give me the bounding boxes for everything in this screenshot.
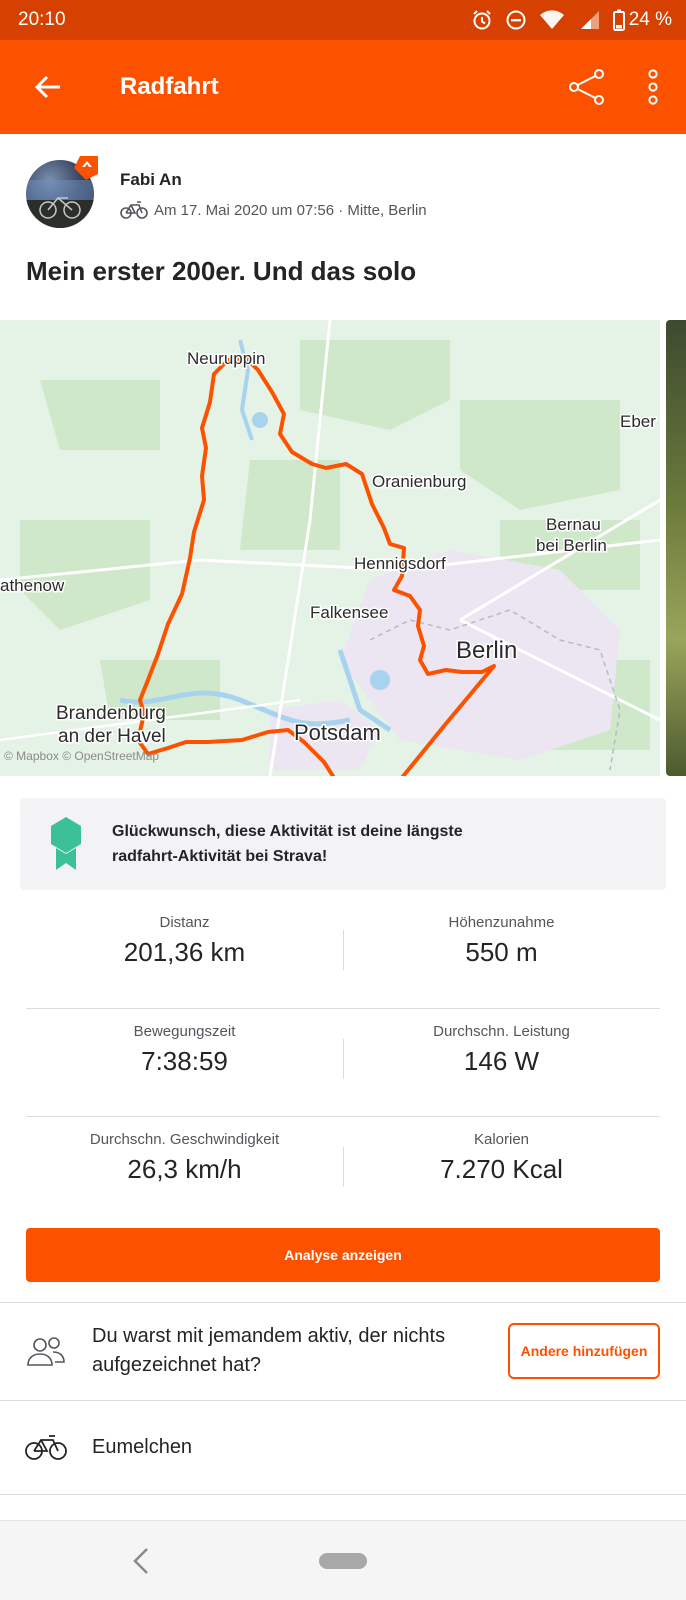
stats-row: Distanz 201,36 km Höhenzunahme 550 m: [26, 900, 660, 1008]
achievement-banner: Glückwunsch, diese Aktivität ist deine l…: [20, 798, 666, 890]
athlete-name[interactable]: Fabi An: [120, 170, 182, 190]
chevron-left-icon: [133, 1548, 148, 1574]
stat-calories: Kalorien 7.270 Kcal: [343, 1117, 660, 1224]
share-icon: [569, 69, 604, 105]
stat-label: Kalorien: [473, 1131, 530, 1148]
divider: [0, 1494, 686, 1495]
stat-value: 26,3 km/h: [127, 1154, 242, 1184]
stat-value: 146 W: [463, 1046, 540, 1076]
activity-meta: Am 17. Mai 2020 um 07:56 · Mitte, Berlin: [120, 200, 427, 220]
stats-grid: Distanz 201,36 km Höhenzunahme 550 m Bew…: [26, 900, 660, 1224]
battery-status: 24 %: [612, 9, 672, 31]
system-back-button[interactable]: [126, 1543, 156, 1579]
page-title: Radfahrt: [120, 73, 219, 100]
back-arrow-icon: [34, 75, 60, 99]
stats-row: Bewegungszeit 7:38:59 Durchschn. Leistun…: [26, 1008, 660, 1116]
subscriber-badge-icon: [74, 156, 98, 180]
activity-date-location: Am 17. Mai 2020 um 07:56 · Mitte, Berlin: [154, 201, 427, 219]
bike-icon: [120, 201, 148, 219]
stat-avg-power: Durchschn. Leistung 146 W: [343, 1009, 660, 1116]
map-label-falkensee: Falkensee: [310, 603, 388, 622]
stat-value: 201,36 km: [123, 937, 246, 967]
stat-value: 550 m: [465, 937, 538, 967]
back-button[interactable]: [0, 40, 96, 134]
more-vertical-icon: [648, 69, 658, 105]
add-others-prompt: Du warst mit jemandem aktiv, der nichts …: [92, 1325, 446, 1376]
route-map[interactable]: Neuruppin Eber Oranienburg Bernau bei Be…: [0, 320, 660, 776]
battery-icon: [612, 9, 625, 31]
group-icon: [27, 1337, 65, 1366]
map-label-potsdam: Potsdam: [294, 720, 381, 745]
battery-percent: 24 %: [628, 9, 672, 30]
map-label-brandenburg-2: an der Havel: [58, 726, 166, 747]
stat-value: 7:38:59: [141, 1046, 228, 1076]
map-label-bernau-2: bei Berlin: [536, 536, 607, 555]
do-not-disturb-icon: [505, 9, 527, 31]
status-time: 20:10: [18, 9, 66, 30]
add-others-row: Du warst mit jemandem aktiv, der nichts …: [0, 1303, 686, 1399]
gear-name: Eumelchen: [92, 1435, 193, 1458]
map-label-brandenburg: Brandenburg: [56, 703, 166, 724]
achievement-line-2: radfahrt-Aktivität bei Strava!: [112, 848, 328, 865]
stat-label: Bewegungszeit: [133, 1023, 236, 1040]
home-pill[interactable]: [319, 1553, 367, 1569]
wifi-icon: [539, 9, 565, 31]
app-bar: Radfahrt: [0, 40, 686, 134]
signal-icon: [577, 9, 601, 31]
stat-label: Durchschn. Leistung: [433, 1023, 570, 1040]
share-button[interactable]: [554, 40, 620, 134]
stat-label: Höhenzunahme: [448, 914, 555, 931]
alarm-icon: [471, 9, 493, 31]
map-label-neuruppin: Neuruppin: [187, 349, 265, 368]
stat-moving-time: Bewegungszeit 7:38:59: [26, 1009, 343, 1116]
map-canvas: Neuruppin Eber Oranienburg Bernau bei Be…: [0, 320, 660, 776]
stat-avg-speed: Durchschn. Geschwindigkeit 26,3 km/h: [26, 1117, 343, 1224]
map-label-bernau: Bernau: [546, 515, 601, 534]
stat-elevation: Höhenzunahme 550 m: [343, 900, 660, 1008]
achievement-line-1: Glückwunsch, diese Aktivität ist deine l…: [112, 823, 463, 840]
map-label-hennigsdorf: Hennigsdorf: [354, 554, 446, 573]
medal-icon: [51, 817, 81, 870]
add-others-button[interactable]: Andere hinzufügen: [508, 1323, 660, 1379]
map-label-rathenow: athenow: [0, 576, 65, 595]
stats-row: Durchschn. Geschwindigkeit 26,3 km/h Kal…: [26, 1116, 660, 1224]
activity-header: Fabi An Am 17. Mai 2020 um 07:56 · Mitte…: [0, 134, 686, 319]
system-nav-bar: [0, 1520, 686, 1600]
map-label-oranienburg: Oranienburg: [372, 472, 467, 491]
map-label-berlin: Berlin: [456, 637, 517, 664]
stat-label: Distanz: [159, 914, 210, 931]
map-label-eber: Eber: [620, 412, 656, 431]
status-bar: 20:10 24 %: [0, 0, 686, 40]
photo-thumbnail[interactable]: [666, 320, 686, 776]
gear-row[interactable]: Eumelchen: [0, 1401, 686, 1493]
avatar-container[interactable]: [26, 156, 98, 228]
map-attribution: © Mapbox © OpenStreetMap: [4, 749, 159, 763]
activity-title: Mein erster 200er. Und das solo: [26, 256, 417, 286]
stat-value: 7.270 Kcal: [440, 1154, 563, 1184]
bike-icon: [25, 1435, 67, 1460]
more-options-button[interactable]: [620, 40, 686, 134]
analyse-button[interactable]: Analyse anzeigen: [26, 1228, 660, 1282]
stat-distance: Distanz 201,36 km: [26, 900, 343, 1008]
stat-label: Durchschn. Geschwindigkeit: [89, 1131, 280, 1148]
